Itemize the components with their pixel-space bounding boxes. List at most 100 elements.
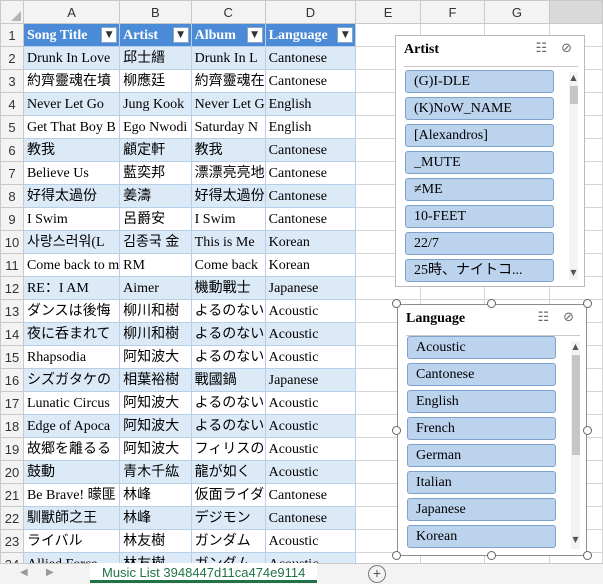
scroll-down-icon[interactable]: ▼ [569, 268, 578, 277]
table-cell[interactable]: I Swim [22, 207, 121, 231]
table-cell[interactable]: Drunk In L [190, 46, 266, 70]
slicer-item[interactable]: Italian [407, 471, 556, 494]
multi-select-icon[interactable]: ☷ [537, 310, 549, 325]
table-cell[interactable]: Korean [264, 230, 357, 254]
row-header[interactable]: 2 [0, 46, 24, 70]
filter-dropdown-icon[interactable]: ▼ [246, 27, 263, 43]
table-cell[interactable]: 阿知波大 [119, 414, 192, 438]
slicer-item[interactable]: English [407, 390, 556, 413]
slicer-item[interactable]: Japanese [407, 498, 556, 521]
filter-dropdown-icon[interactable]: ▼ [101, 27, 118, 43]
row-header[interactable]: 14 [0, 322, 24, 346]
table-cell[interactable]: Get That Boy B [22, 115, 121, 139]
table-cell[interactable]: Japanese [264, 276, 357, 300]
table-cell[interactable]: Acoustic [264, 299, 357, 323]
slicer-item[interactable]: ≠ME [405, 178, 554, 201]
table-cell[interactable]: 仮面ライダ [190, 483, 266, 507]
table-cell[interactable]: 林峰 [119, 506, 192, 530]
table-cell[interactable]: 柳川和樹 [119, 322, 192, 346]
table-cell[interactable]: Cantonese [264, 161, 357, 185]
table-cell[interactable]: 好得太過份 [22, 184, 121, 208]
table-cell[interactable]: Cantonese [264, 46, 357, 70]
table-cell[interactable]: 鼓動 [22, 460, 121, 484]
header-cell[interactable]: Album ▼ [190, 23, 266, 47]
table-cell[interactable]: Cantonese [264, 69, 357, 93]
column-header-g[interactable]: G [484, 0, 550, 24]
row-header[interactable]: 22 [0, 506, 24, 530]
column-header-b[interactable]: B [119, 0, 192, 24]
table-cell[interactable]: Acoustic [264, 437, 357, 461]
table-cell[interactable]: Acoustic [264, 460, 357, 484]
table-cell[interactable]: Cantonese [264, 138, 357, 162]
table-cell[interactable]: 阿知波大 [119, 437, 192, 461]
table-cell[interactable]: Acoustic [264, 345, 357, 369]
resize-handle[interactable] [392, 551, 401, 560]
table-cell[interactable]: 林友樹 [119, 552, 192, 563]
resize-handle[interactable] [392, 426, 401, 435]
slicer-item[interactable]: 22/7 [405, 232, 554, 255]
tab-scroll-left-icon[interactable]: ◀ [20, 567, 28, 578]
table-cell[interactable]: Cantonese [264, 483, 357, 507]
tab-scroll-right-icon[interactable]: ▶ [46, 567, 54, 578]
column-header-c[interactable]: C [190, 0, 266, 24]
table-cell[interactable]: よるのない [190, 299, 266, 323]
table-cell[interactable]: 顧定軒 [119, 138, 192, 162]
scroll-up-icon[interactable]: ▲ [569, 73, 578, 82]
slicer-item[interactable]: German [407, 444, 556, 467]
row-header[interactable]: 1 [0, 23, 24, 47]
clear-filter-icon[interactable]: ⊘ [561, 41, 572, 56]
header-cell[interactable]: Artist ▼ [119, 23, 192, 47]
header-cell[interactable]: Language ▼ [264, 23, 357, 47]
table-cell[interactable]: ダンスは後悔 [22, 299, 121, 323]
scroll-down-icon[interactable]: ▼ [571, 535, 580, 544]
table-cell[interactable]: 教我 [22, 138, 121, 162]
column-header-f[interactable]: F [419, 0, 486, 24]
filter-dropdown-icon[interactable]: ▼ [337, 27, 354, 43]
table-cell[interactable]: Allied Force [22, 552, 121, 563]
resize-handle[interactable] [487, 551, 496, 560]
table-cell[interactable]: Never Let Go [22, 92, 121, 116]
table-cell[interactable]: Cantonese [264, 184, 357, 208]
table-cell[interactable]: 林峰 [119, 483, 192, 507]
table-cell[interactable]: Ego Nwodi [119, 115, 192, 139]
slicer-item[interactable]: _MUTE [405, 151, 554, 174]
table-cell[interactable]: 漂漂亮亮地 [190, 161, 266, 185]
sheet-tab-music-list[interactable]: Music List 3948447d11ca474e9114 [90, 563, 318, 583]
table-cell[interactable]: よるのない [190, 391, 266, 415]
table-cell[interactable]: ガンダム [190, 529, 266, 553]
clear-filter-icon[interactable]: ⊘ [563, 310, 574, 325]
slicer-item[interactable]: 10-FEET [405, 205, 554, 228]
table-cell[interactable]: 林友樹 [119, 529, 192, 553]
filter-dropdown-icon[interactable]: ▼ [172, 27, 189, 43]
table-cell[interactable]: 邱士縉 [119, 46, 192, 70]
table-cell[interactable]: Come back to m [22, 253, 121, 277]
table-cell[interactable]: よるのない [190, 322, 266, 346]
scrollbar-thumb[interactable] [570, 86, 578, 104]
row-header[interactable]: 11 [0, 253, 24, 277]
slicer-item[interactable]: French [407, 417, 556, 440]
table-cell[interactable]: Jung Kook [119, 92, 192, 116]
table-cell[interactable]: 藍奕邦 [119, 161, 192, 185]
row-header[interactable]: 17 [0, 391, 24, 415]
row-header[interactable]: 18 [0, 414, 24, 438]
table-cell[interactable]: 사랑스러워(L [22, 230, 121, 254]
row-header[interactable]: 4 [0, 92, 24, 116]
row-header[interactable]: 6 [0, 138, 24, 162]
table-cell[interactable]: 戰國鍋 [190, 368, 266, 392]
row-header[interactable]: 20 [0, 460, 24, 484]
table-cell[interactable]: Come back [190, 253, 266, 277]
column-header-e[interactable]: E [355, 0, 421, 24]
table-cell[interactable]: English [264, 92, 357, 116]
table-cell[interactable]: RM [119, 253, 192, 277]
table-cell[interactable]: よるのない [190, 414, 266, 438]
artist-slicer[interactable]: Artist ☷ ⊘ (G)I-DLE (K)NoW_NAME [Alexandros… [395, 35, 585, 287]
table-cell[interactable]: 故郷を離るる [22, 437, 121, 461]
table-cell[interactable]: 阿知波大 [119, 391, 192, 415]
column-header-a[interactable]: A [22, 0, 121, 24]
table-cell[interactable]: Cantonese [264, 506, 357, 530]
row-header[interactable]: 24 [0, 552, 24, 563]
row-header[interactable]: 9 [0, 207, 24, 231]
slicer-item[interactable]: Cantonese [407, 363, 556, 386]
table-cell[interactable]: Edge of Apoca [22, 414, 121, 438]
table-cell[interactable]: Japanese [264, 368, 357, 392]
